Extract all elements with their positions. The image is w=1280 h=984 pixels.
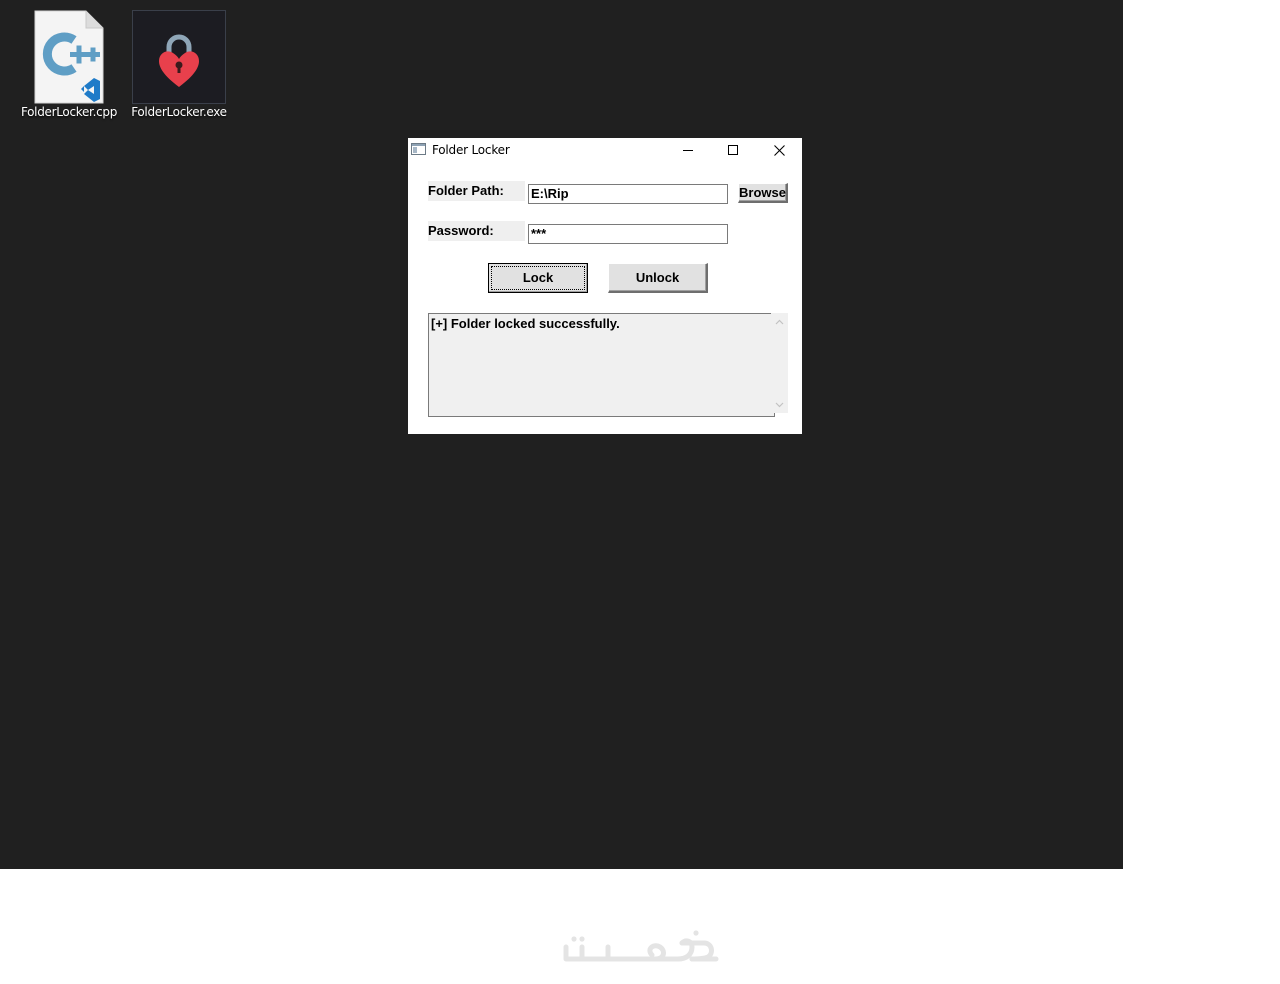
heart-lock-icon <box>132 10 226 104</box>
window-title: Folder Locker <box>432 143 510 157</box>
scroll-up-arrow[interactable] <box>775 317 784 326</box>
chevron-down-icon <box>775 402 784 407</box>
folder-path-label: Folder Path: <box>428 181 525 201</box>
app-icon <box>411 143 426 155</box>
desktop: FolderLocker.cpp FolderLocker.exe <box>0 0 1123 869</box>
scroll-down-arrow[interactable] <box>775 400 784 409</box>
focus-ring <box>491 266 585 290</box>
desktop-icon-label: FolderLocker.exe <box>131 105 227 119</box>
folder-locker-window: Folder Locker Folder Path: Browse Passwo… <box>408 138 802 434</box>
desktop-icon-exe-file[interactable]: FolderLocker.exe <box>129 8 229 123</box>
password-input[interactable] <box>528 224 728 244</box>
password-label: Password: <box>428 221 525 241</box>
khamsat-logo <box>563 930 719 962</box>
browse-button[interactable]: Browse <box>738 183 788 203</box>
desktop-icon-cpp-file[interactable]: FolderLocker.cpp <box>19 8 119 123</box>
minimize-button[interactable] <box>665 138 711 162</box>
lock-button[interactable]: Lock <box>488 263 588 293</box>
close-button[interactable] <box>756 138 802 162</box>
folder-path-input[interactable] <box>528 184 728 204</box>
desktop-icon-label: FolderLocker.cpp <box>20 105 118 119</box>
maximize-icon <box>727 144 738 155</box>
unlock-button[interactable]: Unlock <box>608 263 708 293</box>
output-scrollbar[interactable] <box>771 313 788 413</box>
chevron-up-icon <box>775 319 784 324</box>
output-log[interactable]: [+] Folder locked successfully. <box>428 313 775 417</box>
close-icon <box>773 144 785 156</box>
title-bar[interactable]: Folder Locker <box>408 138 802 162</box>
cpp-file-icon <box>34 10 104 104</box>
maximize-button[interactable] <box>710 138 756 162</box>
minimize-icon <box>682 149 693 151</box>
